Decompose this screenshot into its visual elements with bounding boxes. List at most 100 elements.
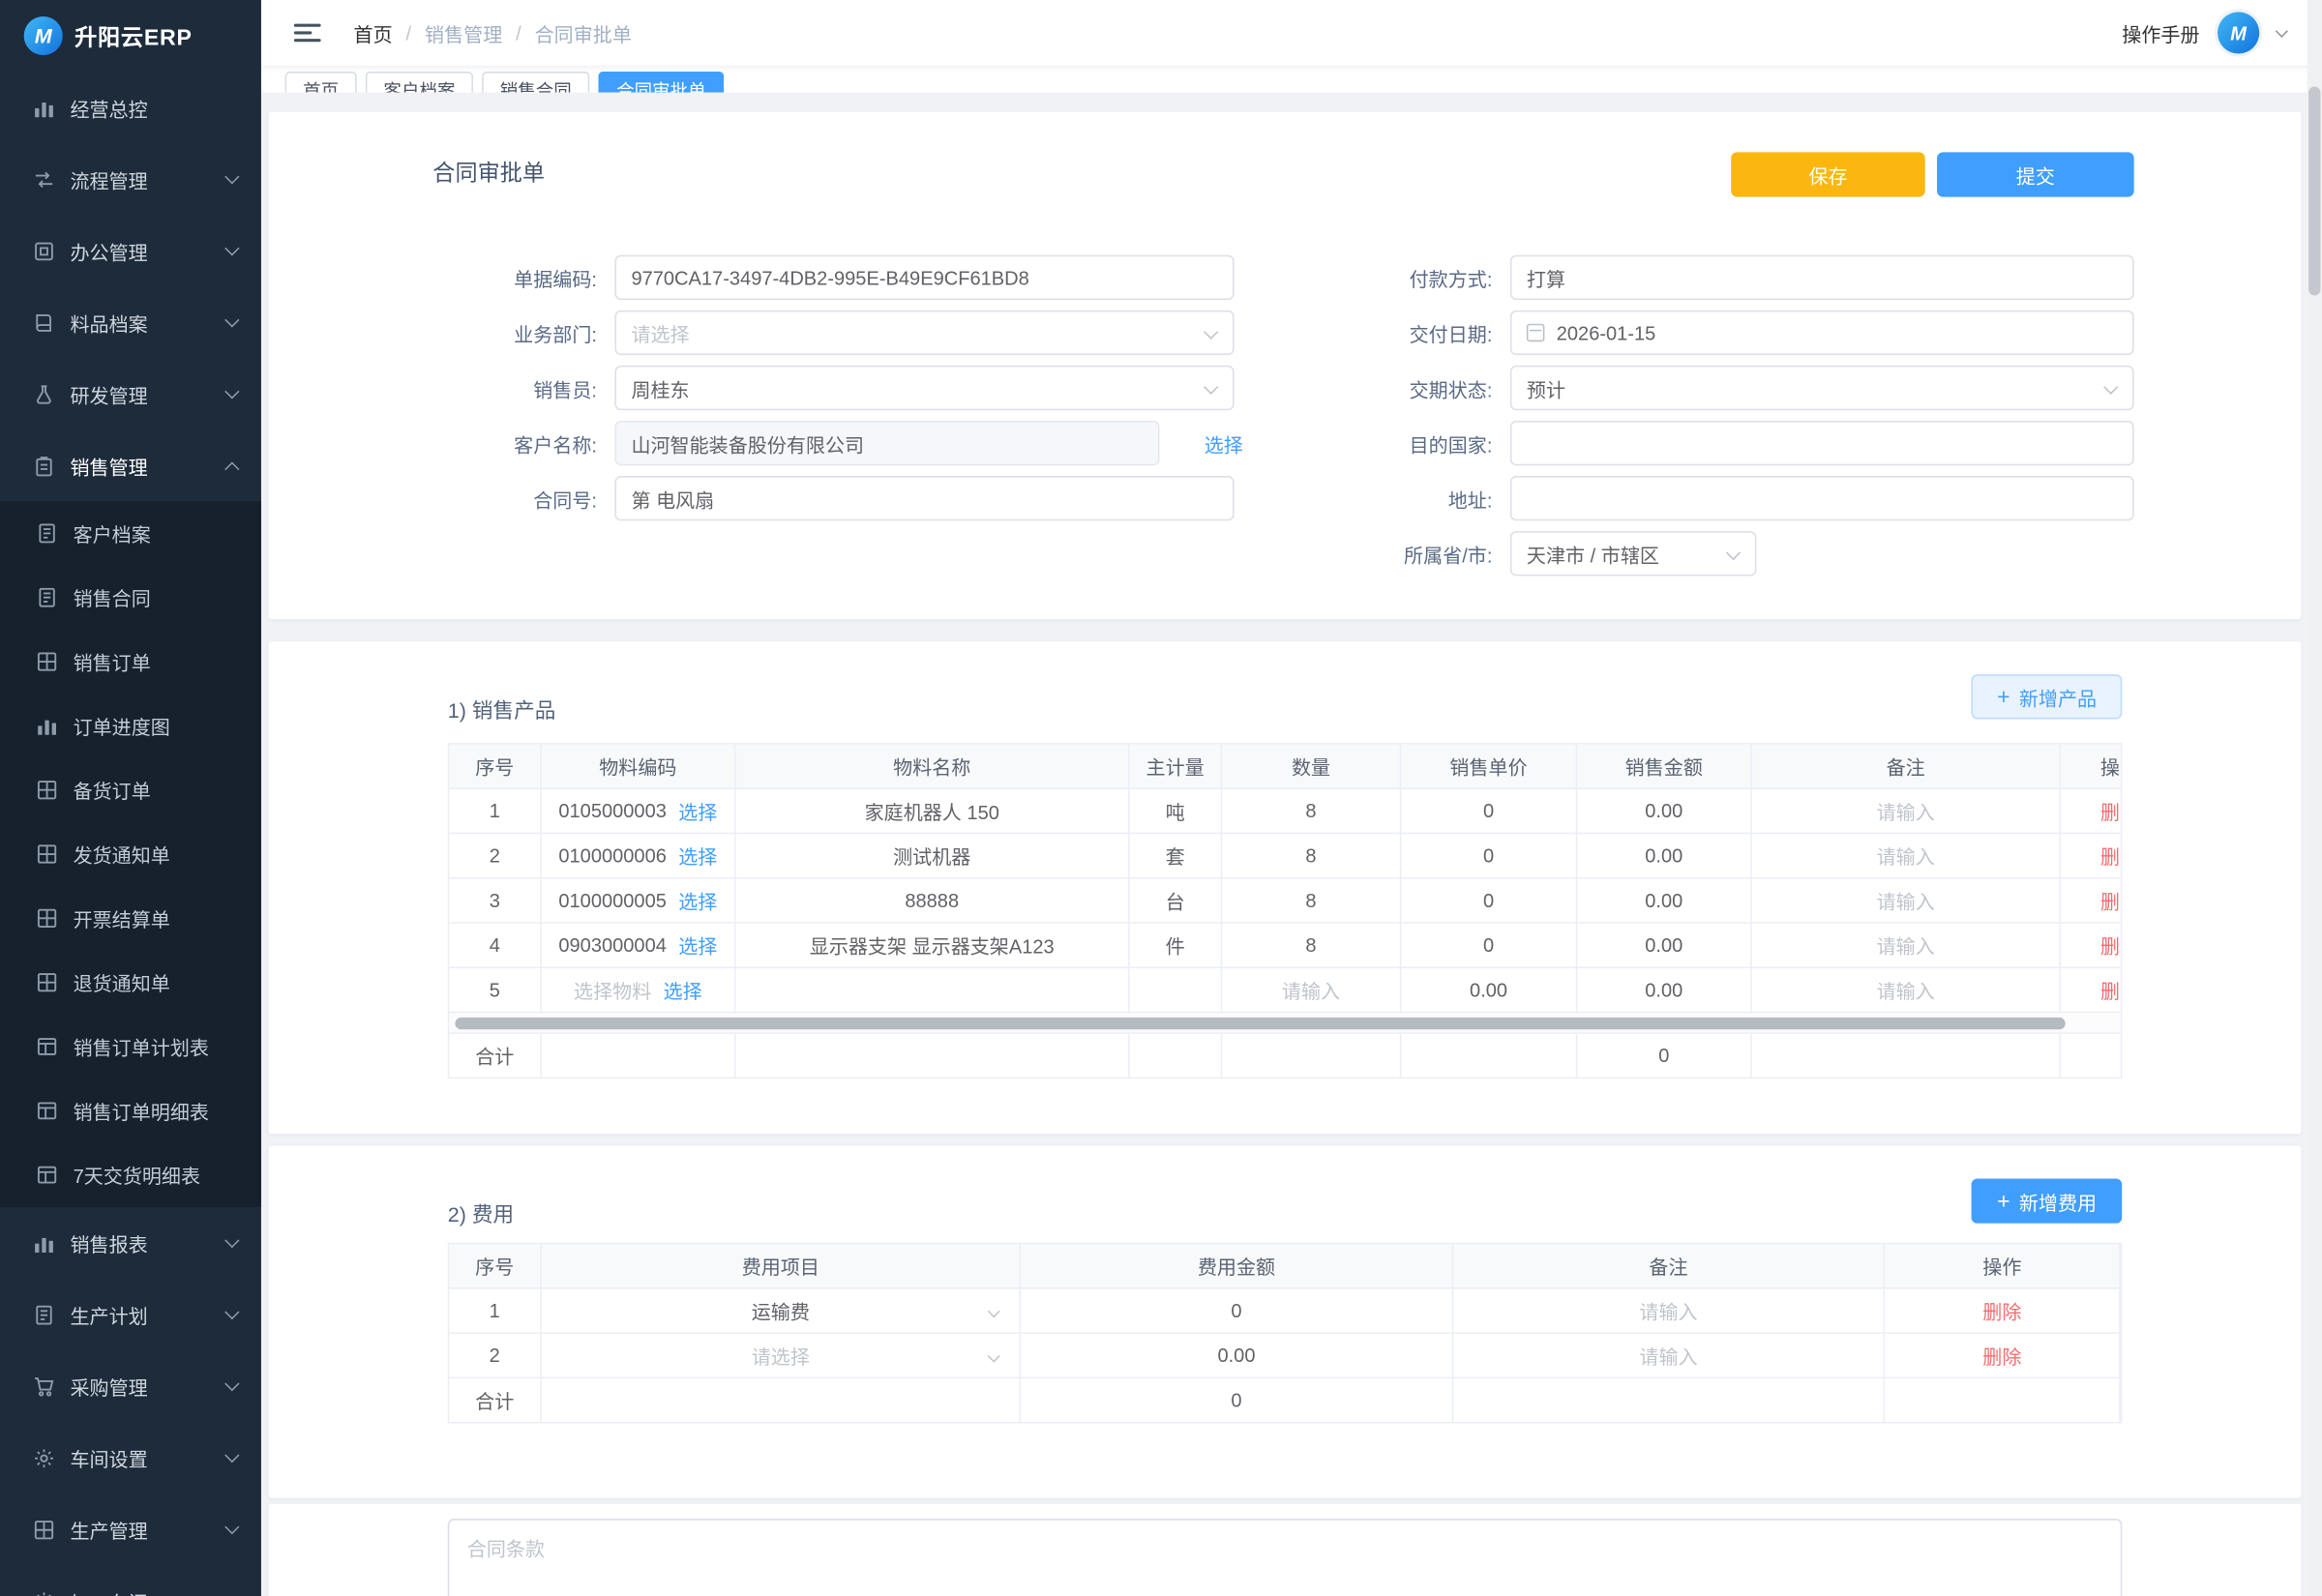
save-button[interactable]: 保存 [1731,152,1925,196]
chevron-down-icon[interactable] [2276,24,2288,37]
choose-material-link[interactable]: 选择 [678,886,717,914]
delete-row-link[interactable]: 删除 [1982,1296,2021,1324]
price-cell[interactable]: 0 [1401,924,1577,968]
price-cell[interactable]: 0 [1401,834,1577,878]
sidebar-item-material-archive[interactable]: 料品档案 [0,286,261,358]
note-cell[interactable]: 请输入 [1453,1289,1886,1334]
salesman-select[interactable]: 周桂东 [614,366,1234,410]
avatar[interactable]: M [2218,12,2259,53]
note-cell[interactable]: 请输入 [1752,924,2061,968]
sidebar-item-delivery-notice[interactable]: 发货通知单 [0,822,261,886]
tab-customer-archive[interactable]: 客户档案 [366,72,473,93]
menu-collapse-icon[interactable] [294,23,321,43]
sidebar-item-seven-day-delivery-detail[interactable]: 7天交货明细表 [0,1142,261,1206]
sidebar-item-sales-contract[interactable]: 销售合同 [0,566,261,630]
note-cell[interactable]: 请输入 [1453,1334,1886,1378]
sidebar-item-sales-order-plan[interactable]: 销售订单计划表 [0,1015,261,1079]
chevron-down-icon [1204,380,1218,395]
sidebar-item-sales-mgmt[interactable]: 销售管理 [0,429,261,501]
payment-label: 付款方式: [1257,263,1510,291]
delete-row-link[interactable]: 删除 [2100,797,2122,825]
dest-country-input[interactable] [1510,421,2134,465]
contract-no-input[interactable]: 第 电风扇 [614,476,1234,520]
sidebar-item-workshop-setting[interactable]: 车间设置 [0,1422,261,1493]
contract-no-row: 合同号: 第 电风扇 [361,476,1234,520]
qty-cell[interactable]: 请输入 [1222,968,1401,1013]
col-header: 序号 [449,745,542,789]
tab-sales-contract[interactable]: 销售合同 [482,72,589,93]
qty-cell[interactable]: 8 [1222,834,1401,878]
customer-choose-link[interactable]: 选择 [1205,429,1243,457]
sidebar-item-office-mgmt[interactable]: 办公管理 [0,215,261,286]
tab-home[interactable]: 首页 [285,72,357,93]
sidebar-item-stock-prep-order[interactable]: 备货订单 [0,758,261,822]
brand-logo[interactable]: M 升阳云ERP [0,0,261,72]
region-select[interactable]: 天津市 / 市辖区 [1510,531,1756,576]
choose-material-link[interactable]: 选择 [678,931,717,959]
delete-row-link[interactable]: 删除 [2100,931,2122,959]
sidebar-item-sales-report[interactable]: 销售报表 [0,1207,261,1279]
sidebar-item-sales-order-detail[interactable]: 销售订单明细表 [0,1079,261,1142]
payment-input[interactable]: 打算 [1510,255,2134,300]
qty-cell[interactable]: 8 [1222,878,1401,923]
tab-contract-approval[interactable]: 合同审批单 [599,72,725,93]
qty-cell[interactable]: 8 [1222,789,1401,834]
sidebar-item-label: 研发管理 [70,380,212,408]
doc-code-input[interactable]: 9770CA17-3497-4DB2-995E-B49E9CF61BD8 [614,255,1234,300]
choose-material-link[interactable]: 选择 [664,976,702,1004]
breadcrumb-home[interactable]: 首页 [354,18,393,46]
add-product-button[interactable]: + 新增产品 [1972,674,2122,719]
sidebar-item-return-notice[interactable]: 退货通知单 [0,951,261,1015]
col-header: 物料编码 [542,745,736,789]
delete-row-link[interactable]: 删除 [2100,886,2122,914]
sidebar-item-invoice-settlement[interactable]: 开票结算单 [0,886,261,950]
note-cell[interactable]: 请输入 [1752,878,2061,923]
sidebar-item-rnd-mgmt[interactable]: 研发管理 [0,358,261,429]
contract-terms-textarea[interactable] [448,1519,2123,1596]
fee-amount-cell[interactable]: 0.00 [1021,1334,1453,1378]
fee-item-select[interactable]: 运输费 [542,1289,1022,1334]
sidebar-item-process-mgmt[interactable]: 流程管理 [0,143,261,215]
dept-select[interactable]: 请选择 [614,310,1234,355]
sidebar-item-production-mgmt[interactable]: 生产管理 [0,1493,261,1565]
horizontal-scrollbar[interactable] [449,1013,2121,1034]
note-cell[interactable]: 请输入 [1752,789,2061,834]
price-cell[interactable]: 0 [1401,789,1577,834]
qty-cell[interactable]: 8 [1222,924,1401,968]
submit-button[interactable]: 提交 [1937,152,2134,196]
breadcrumb-level1[interactable]: 销售管理 [425,18,502,46]
note-cell[interactable]: 请输入 [1752,968,2061,1013]
manual-link[interactable]: 操作手册 [2122,18,2199,46]
delete-row-link[interactable]: 删除 [2100,842,2122,870]
sidebar-item-customer-archive[interactable]: 客户档案 [0,501,261,565]
choose-material-link[interactable]: 选择 [678,797,717,825]
grid-icon [36,971,58,993]
sidebar-item-sales-order[interactable]: 销售订单 [0,630,261,694]
scrollbar-thumb[interactable] [2308,86,2320,295]
product-row: 5 选择物料选择 请输入 0.00 0.00 请输入 删除 [449,968,2122,1013]
customer-row: 客户名称: 山河智能装备股份有限公司 选择 [361,421,1243,465]
fee-amount-cell[interactable]: 0 [1021,1289,1453,1334]
terms-card [269,1504,2302,1596]
delete-row-link[interactable]: 删除 [2100,976,2122,1004]
sidebar-item-order-progress[interactable]: 订单进度图 [0,694,261,757]
doc-code-label: 单据编码: [361,263,614,291]
sidebar-item-business-overview[interactable]: 经营总控 [0,72,261,143]
choose-material-link[interactable]: 选择 [678,842,717,870]
fee-item-select[interactable]: 请选择 [542,1334,1022,1378]
note-cell[interactable]: 请输入 [1752,834,2061,878]
add-fee-button[interactable]: + 新增费用 [1972,1179,2122,1224]
price-cell[interactable]: 0 [1401,878,1577,923]
sidebar-item-purchase-mgmt[interactable]: 采购管理 [0,1350,261,1422]
delete-row-link[interactable]: 删除 [1982,1342,2021,1370]
delivery-date-input[interactable]: 2026-01-15 [1510,310,2134,355]
delivery-status-select[interactable]: 预计 [1510,366,2134,410]
price-cell[interactable]: 0.00 [1401,968,1577,1013]
sidebar-item-label: 生产管理 [70,1515,212,1543]
address-input[interactable] [1510,476,2134,520]
fees-table-header: 序号 费用项目 费用金额 备注 操作 [449,1244,2121,1288]
sidebar-item-workshop-partial[interactable]: 加工车间 [0,1565,261,1596]
vertical-scrollbar[interactable] [2307,0,2322,1596]
sidebar-item-production-plan[interactable]: 生产计划 [0,1279,261,1350]
scrollbar-thumb[interactable] [455,1017,2065,1028]
